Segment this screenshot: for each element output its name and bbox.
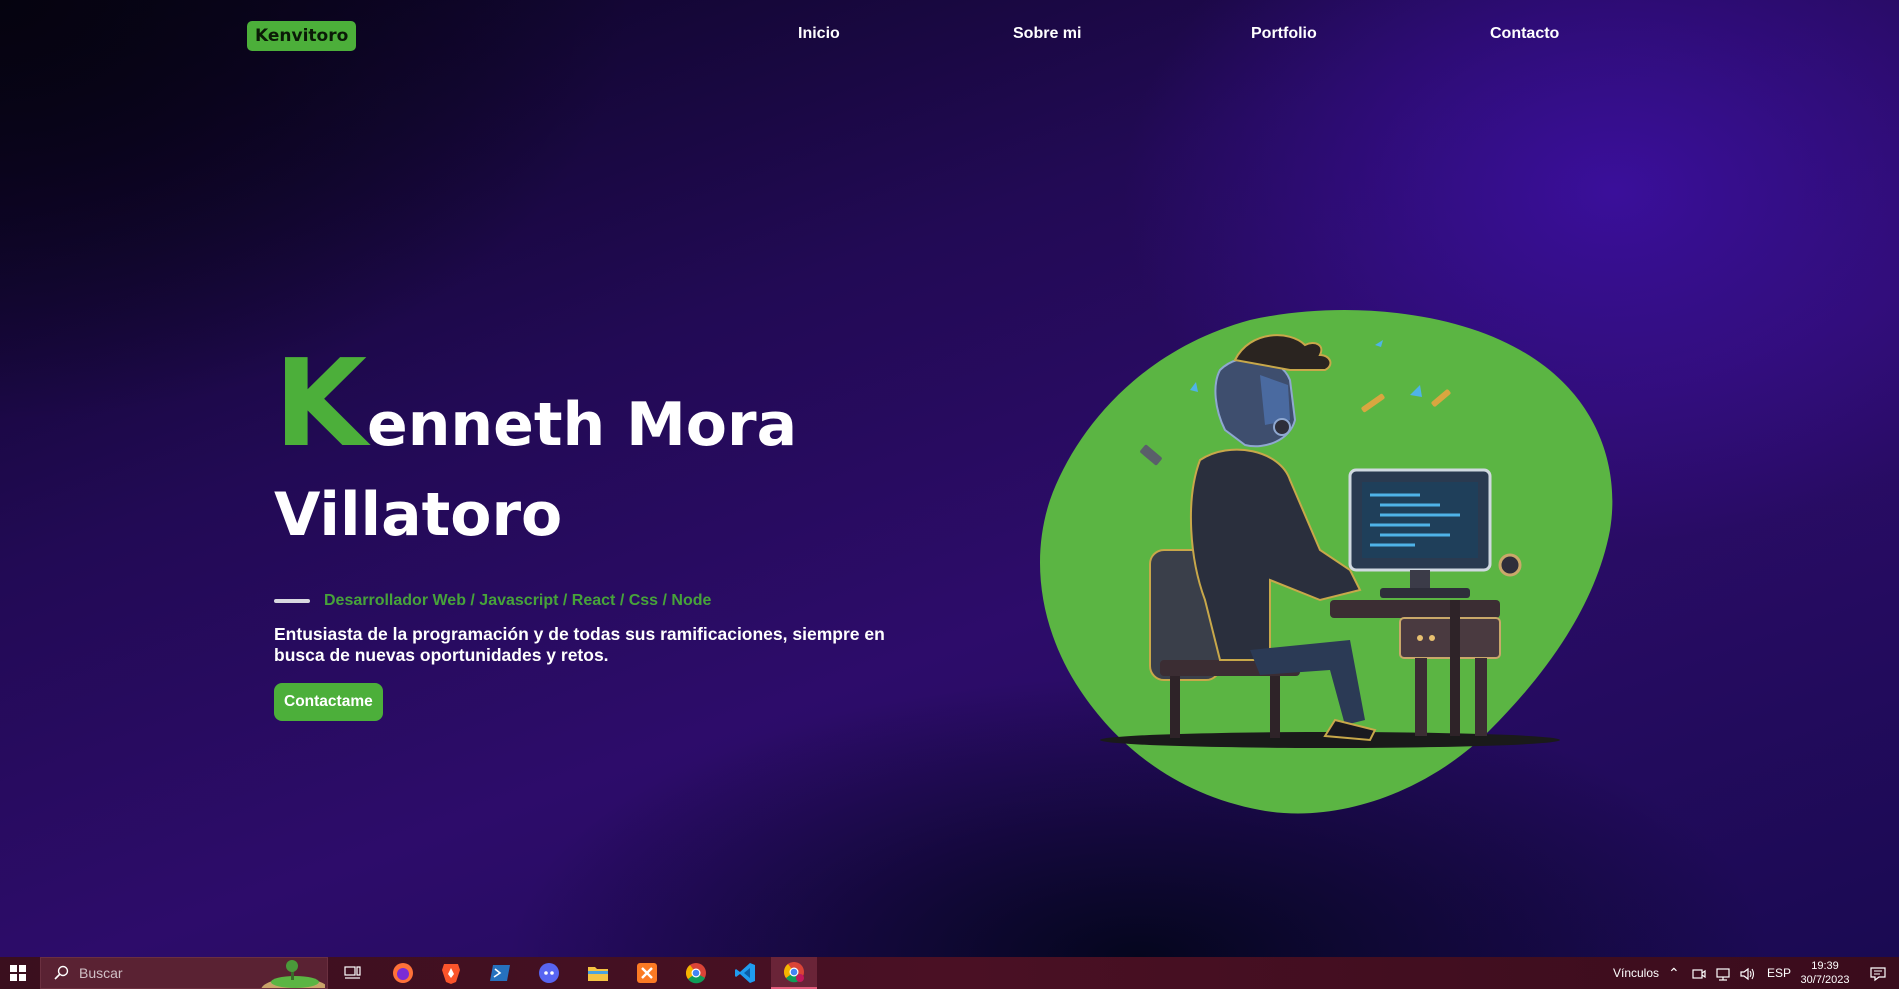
top-navigation: Kenvitoro Inicio Sobre mi Portfolio Cont…	[0, 0, 1899, 72]
hero-name: Kenneth Mora Villatoro	[274, 345, 974, 560]
search-placeholder: Buscar	[79, 965, 123, 981]
task-view-icon[interactable]	[330, 957, 376, 989]
firefox-icon[interactable]	[380, 957, 426, 989]
file-explorer-icon[interactable]	[575, 957, 621, 989]
hero-name-line1: Kenneth Mora	[274, 345, 974, 470]
search-highlight-illustration-icon	[261, 960, 325, 988]
nav-link-portfolio[interactable]: Portfolio	[1251, 25, 1317, 43]
clock-date: 30/7/2023	[1800, 974, 1850, 986]
network-icon[interactable]	[1716, 957, 1730, 989]
windows-start-button[interactable]	[0, 957, 36, 989]
clock[interactable]: 19:39 30/7/2023	[1795, 959, 1855, 987]
windows-logo-icon	[10, 965, 26, 981]
brave-icon[interactable]	[428, 957, 474, 989]
chrome-icon[interactable]	[673, 957, 719, 989]
language-indicator[interactable]: ESP	[1767, 957, 1791, 989]
chevron-up-icon[interactable]: ⌃	[1668, 957, 1680, 989]
tagline-divider	[274, 599, 310, 603]
nav-link-inicio[interactable]: Inicio	[798, 25, 840, 43]
contact-button[interactable]: Contactame	[274, 683, 383, 721]
tray-links-label[interactable]: Vínculos	[1613, 957, 1659, 989]
hero-name-line1-rest: enneth Mora	[367, 390, 798, 460]
clock-time: 19:39	[1811, 960, 1839, 972]
nav-link-contacto[interactable]: Contacto	[1490, 25, 1559, 43]
meet-now-icon[interactable]	[1692, 957, 1706, 989]
vscode-icon[interactable]	[722, 957, 768, 989]
search-icon	[54, 965, 69, 980]
xampp-icon[interactable]	[624, 957, 670, 989]
tagline: Desarrollador Web / Javascript / React /…	[324, 592, 712, 609]
notifications-icon[interactable]	[1870, 957, 1886, 989]
tagline-row: Desarrollador Web / Javascript / React /…	[274, 592, 711, 610]
hero-name-line2: Villatoro	[274, 480, 563, 550]
chrome-profile-icon[interactable]	[771, 957, 817, 989]
powershell-icon[interactable]	[477, 957, 523, 989]
windows-taskbar: Buscar Vínculos ⌃ ESP 19:39 30/7/2023	[0, 957, 1899, 989]
discord-icon[interactable]	[526, 957, 572, 989]
nav-link-sobre-mi[interactable]: Sobre mi	[1013, 25, 1081, 43]
volume-icon[interactable]	[1740, 957, 1756, 989]
hero-description: Entusiasta de la programación y de todas…	[274, 624, 885, 665]
hero-name-initial: K	[274, 335, 367, 474]
web-page: Kenvitoro Inicio Sobre mi Portfolio Cont…	[0, 0, 1899, 957]
site-logo[interactable]: Kenvitoro	[247, 21, 357, 51]
taskbar-search-box[interactable]: Buscar	[40, 957, 328, 989]
developer-illustration	[1040, 310, 1613, 814]
